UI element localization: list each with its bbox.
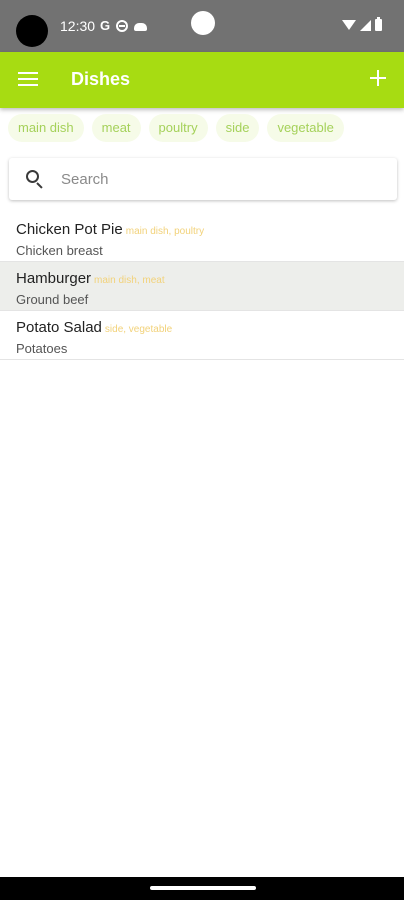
screen: 12:30 G Dishes main dish meat poultry si… <box>0 0 404 900</box>
list-item[interactable]: Chicken Pot Pie main dish, poultry Chicke… <box>0 213 404 262</box>
dish-ingredient: Ground beef <box>16 292 89 307</box>
menu-icon[interactable] <box>18 71 38 87</box>
add-icon[interactable] <box>370 70 386 86</box>
dish-ingredient: Chicken breast <box>16 243 103 258</box>
list-item[interactable]: Hamburger main dish, meat Ground beef <box>0 262 404 311</box>
signal-icon <box>360 19 371 31</box>
system-icons <box>342 17 382 32</box>
home-indicator[interactable] <box>150 886 256 890</box>
search-icon[interactable] <box>26 170 44 189</box>
chip-meat[interactable]: meat <box>91 114 141 142</box>
dish-tags: main dish, meat <box>94 275 165 286</box>
chip-vegetable[interactable]: vegetable <box>267 114 344 142</box>
list-item[interactable]: Potato Salad side, vegetable Potatoes <box>0 311 404 360</box>
do-not-disturb-icon <box>116 20 129 32</box>
page-title: Dishes <box>71 69 131 89</box>
camera-cutout <box>16 15 48 47</box>
google-icon: G <box>100 18 111 33</box>
chip-main-dish[interactable]: main dish <box>8 114 84 142</box>
status-bar: 12:30 G <box>0 0 404 52</box>
navigation-bar <box>0 877 404 900</box>
dish-ingredient: Potatoes <box>16 341 68 356</box>
dish-tags: main dish, poultry <box>125 226 205 237</box>
dish-name: Hamburger <box>16 270 92 287</box>
front-camera-icon <box>191 11 215 35</box>
app-bar: Dishes <box>0 52 404 108</box>
dish-list: Chicken Pot Pie main dish, poultry Chicke… <box>0 213 404 360</box>
chip-side[interactable]: side <box>215 114 260 142</box>
battery-icon <box>375 17 382 31</box>
wifi-icon <box>342 20 356 30</box>
filter-chips: main dish meat poultry side vegetable <box>8 114 344 142</box>
dish-tags: side, vegetable <box>104 324 173 335</box>
dish-name: Chicken Pot Pie <box>16 221 123 238</box>
chip-poultry[interactable]: poultry <box>148 114 208 142</box>
notification-icons: G <box>100 16 148 36</box>
search-input[interactable] <box>61 166 381 192</box>
status-time: 12:30 <box>60 18 96 34</box>
cloud-icon <box>134 23 148 31</box>
dish-name: Potato Salad <box>16 319 102 336</box>
search-bar[interactable] <box>9 158 397 200</box>
